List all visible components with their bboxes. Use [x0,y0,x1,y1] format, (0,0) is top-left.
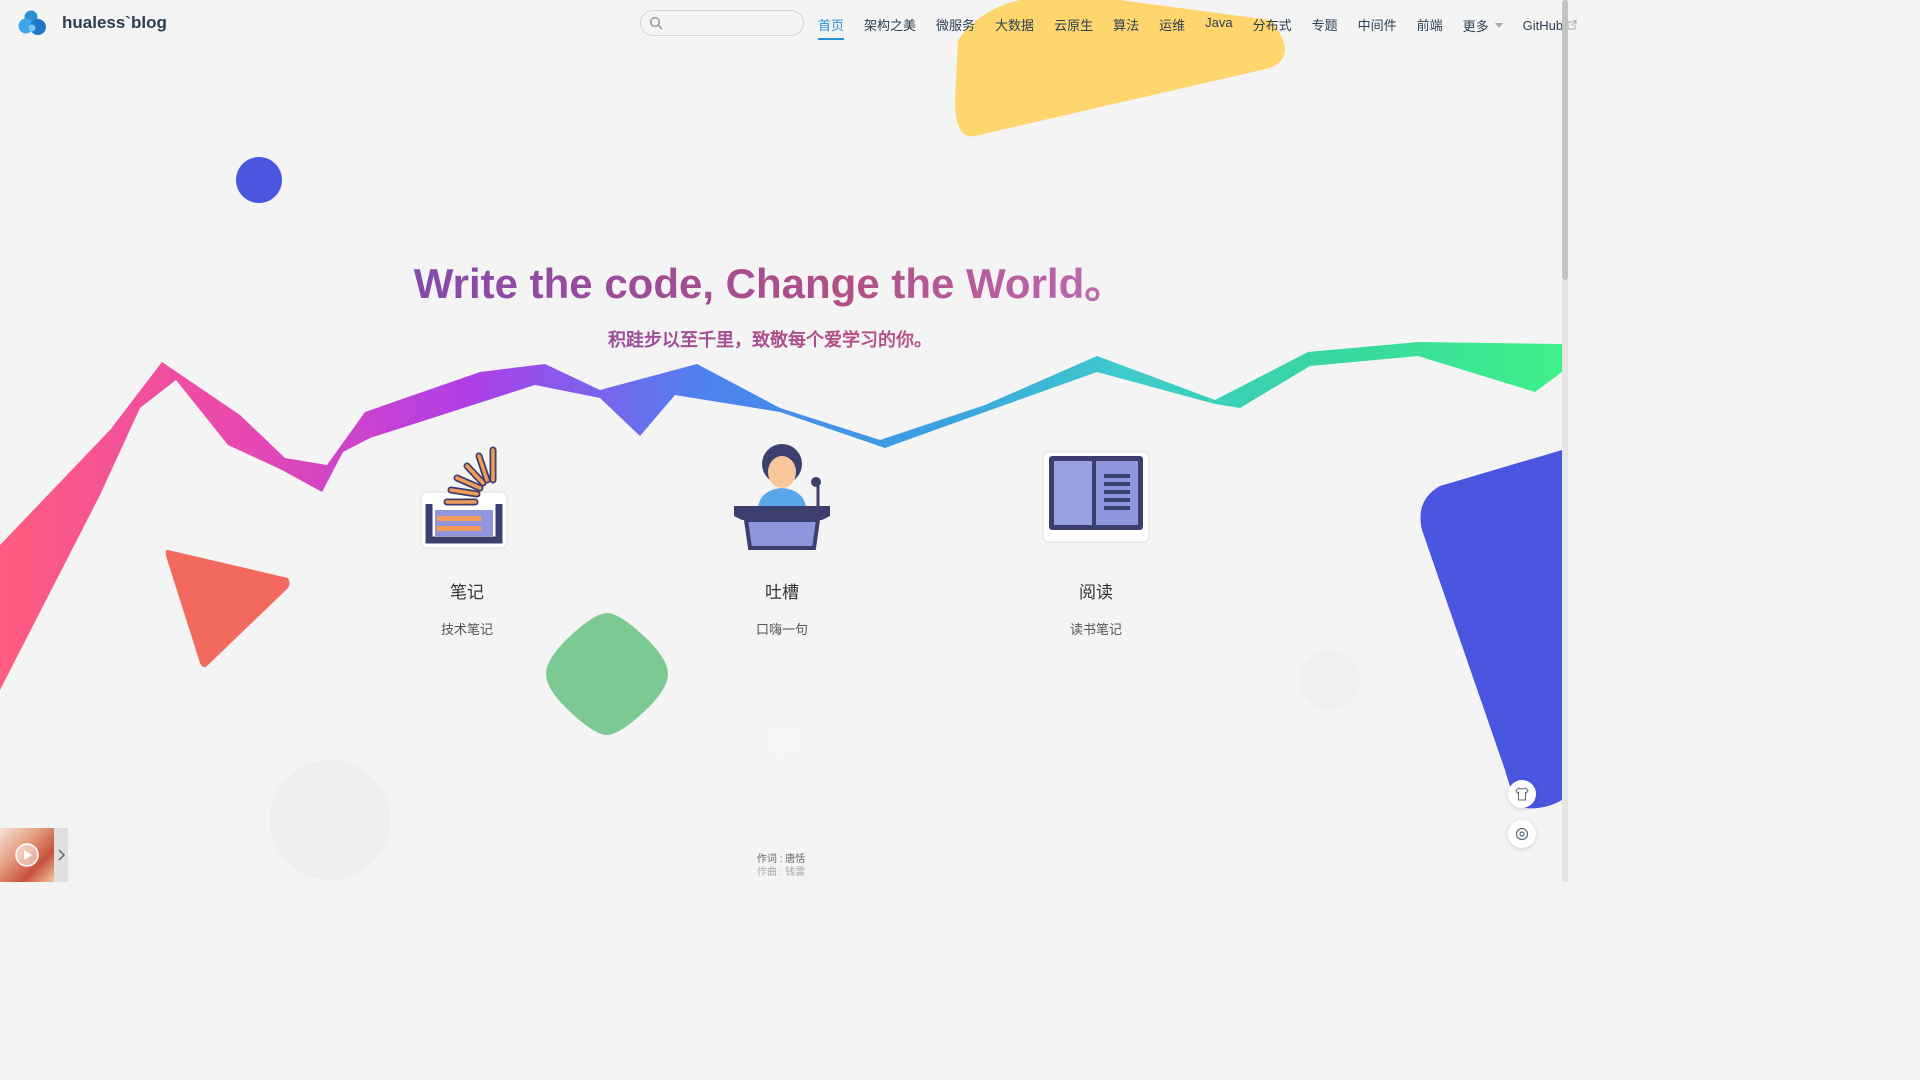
music-player[interactable] [0,828,68,882]
nav-item-frontend[interactable]: 前端 [1417,15,1443,35]
nav-item-ops[interactable]: 运维 [1159,15,1185,35]
settings-button[interactable] [1508,820,1536,848]
page-scrollbar[interactable] [1562,0,1568,882]
site-logo-icon[interactable] [18,9,48,37]
feature-title: 阅读 [1079,583,1113,602]
nav-github-label: GitHub [1522,17,1564,33]
chevron-right-icon[interactable] [56,848,66,862]
shirt-icon [1515,787,1529,801]
blue-dot [236,157,282,203]
nav-links: 首页 架构之美 微服务 大数据 云原生 算法 运维 Java 分布式 专题 中间… [818,15,1597,40]
feature-desc: 技术笔记 [440,622,493,637]
play-icon[interactable] [14,842,40,868]
hero-title: Write the code, Change the World。 [0,250,1540,311]
hero-subtitle: 积跬步以至千里，致敬每个爱学习的你。 [0,326,1540,352]
nav-item-microservices[interactable]: 微服务 [936,15,975,35]
speaker-podium-icon [734,444,830,550]
feature-desc: 口嗨一句 [755,622,808,637]
blue-right-blob [1420,450,1562,809]
power-icon [1515,827,1529,841]
nav-item-github[interactable]: GitHub [1523,15,1577,35]
feature-title: 吐槽 [765,583,799,602]
nav-item-distributed[interactable]: 分布式 [1253,15,1292,35]
chevron-down-icon [1494,22,1503,28]
search-icon [649,16,663,30]
feature-title: 笔记 [450,583,484,602]
nav-item-more[interactable]: 更多 [1463,15,1503,35]
red-triangle [165,549,290,668]
site-name[interactable]: hualess`blog [62,13,167,33]
top-navbar: hualess`blog 首页 架构之美 微服务 大数据 云原生 算法 运维 J… [0,0,1577,46]
nav-more-label: 更多 [1462,18,1489,34]
feature-notes[interactable]: 笔记 技术笔记 [387,436,547,638]
green-blob [546,613,668,735]
feature-rant[interactable]: 吐槽 口嗨一句 [702,436,862,638]
nav-item-architecture[interactable]: 架构之美 [864,15,916,35]
nav-item-java[interactable]: Java [1205,15,1232,35]
nav-item-bigdata[interactable]: 大数据 [995,15,1034,35]
search-input[interactable] [667,14,801,34]
book-icon [1042,451,1150,543]
theme-button[interactable] [1508,780,1536,808]
stack-overflow-icon [420,446,508,549]
nav-item-topics[interactable]: 专题 [1312,15,1338,35]
feature-reading[interactable]: 阅读 读书笔记 [1016,436,1176,638]
external-link-icon [1567,20,1577,30]
nav-item-cloud-native[interactable]: 云原生 [1054,15,1093,35]
scrollbar-thumb[interactable] [1562,0,1568,280]
nav-item-middleware[interactable]: 中间件 [1358,15,1397,35]
lyric-line-2: 作曲 : 钱雷 [756,867,806,878]
search-box[interactable] [640,10,804,36]
nav-item-algorithm[interactable]: 算法 [1113,15,1139,35]
scroll-down-icon[interactable] [768,728,798,758]
faint-circle-small [1300,650,1360,710]
feature-desc: 读书笔记 [1069,622,1122,637]
nav-item-home[interactable]: 首页 [818,15,845,40]
